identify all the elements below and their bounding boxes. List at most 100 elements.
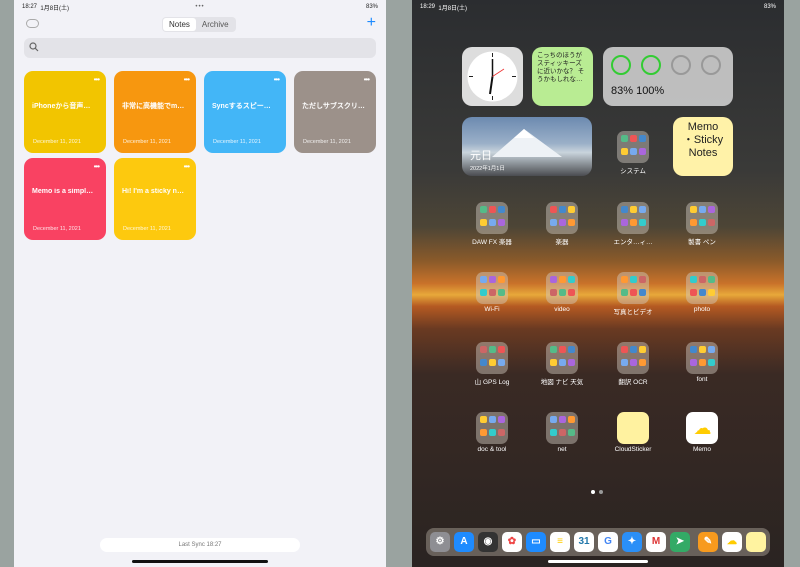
sidebar-toggle-icon[interactable] [26,19,39,28]
note-date: December 11, 2021 [303,139,351,145]
search-icon [29,42,39,52]
folder-icon[interactable] [686,272,718,304]
note-title: Hi! I'm a sticky n… [122,188,184,195]
folder-icon[interactable] [476,202,508,234]
folder-label: 地図 ナビ 天気 [540,379,584,386]
add-note-button[interactable]: + [367,15,376,31]
clock-widget[interactable] [462,47,523,106]
tab-archive[interactable]: Archive [196,18,235,31]
note-date: December 11, 2021 [123,139,171,145]
battery-percent: 83% [365,4,378,10]
more-options-icon[interactable]: ••• [94,163,100,171]
status-time: 18:27 [22,4,38,10]
folder-icon[interactable] [617,342,649,374]
settings-icon[interactable]: ⚙ [430,532,450,552]
google-icon[interactable]: G [598,532,618,552]
memo-app-icon[interactable]: ☁ [722,532,742,552]
status-time: 18:29 [420,4,436,10]
empty-battery-ring [701,55,721,75]
note-title: Memo is a simpl… [32,188,94,195]
folder-label: 写真とビデオ [613,309,653,316]
note-card[interactable]: ••• iPhoneから音声… December 11, 2021 [24,71,106,153]
folder-icon[interactable] [617,202,649,234]
folder-label: net [557,446,567,453]
dock: ⚙ A ◉ ✿ ▭ ≡ 31 G ✦ M ➤ ✎ ☁ [426,528,770,556]
folder-label: doc & tool [477,446,507,453]
ipad-battery-ring [611,55,631,75]
status-bar: 18:29 1月8日(土) 83% [412,0,784,14]
sticky-app-icon[interactable] [746,532,766,552]
battery-levels: 83% 100% [611,85,665,97]
memo-widget[interactable]: Memo ・Sticky Notes [673,117,733,176]
photo-title: 元日 [470,150,492,162]
photo-date: 2022年1月1日 [470,166,505,172]
note-card[interactable]: ••• Memo is a simpl… December 11, 2021 [24,158,106,240]
empty-battery-ring [671,55,691,75]
more-options-icon[interactable]: ••• [364,76,370,84]
more-options-icon[interactable]: ••• [184,76,190,84]
folder-icon[interactable] [476,412,508,444]
folder-label: Wi-Fi [484,306,500,313]
folder-label: 楽器 [555,239,569,246]
app-store-icon[interactable]: A [454,532,474,552]
folder-icon[interactable] [476,272,508,304]
home-indicator[interactable] [132,560,268,563]
photo-widget[interactable]: 元日 2022年1月1日 [462,117,592,176]
last-sync-status: Last Sync 18:27 [100,538,300,552]
pencil-app-icon[interactable]: ✎ [698,532,718,552]
folder-icon[interactable] [617,131,649,163]
status-bar: 18:27 1月8日(土) ••• 83% [14,0,386,14]
status-date: 1月8日(土) [40,5,70,12]
page-dot[interactable] [599,490,603,494]
files-icon[interactable]: ▭ [526,532,546,552]
notes-archive-segment[interactable]: Notes Archive [162,17,236,32]
folder-icon[interactable] [686,202,718,234]
folder-icon[interactable] [686,342,718,374]
folder-label: font [696,376,708,383]
battery-percent: 83% [763,4,776,10]
note-title: ただしサブスクリ… [302,103,365,110]
note-card[interactable]: ••• Hi! I'm a sticky n… December 11, 2021 [114,158,196,240]
memo-app-icon[interactable]: ☁ [686,412,718,444]
folder-label: 翻訳 OCR [618,379,648,386]
folder-icon[interactable] [617,272,649,304]
note-date: December 11, 2021 [213,139,261,145]
more-options-icon[interactable]: ••• [184,163,190,171]
notes-icon[interactable]: ≡ [550,532,570,552]
folder-label: CloudSticker [614,446,652,453]
pencil-battery-ring [641,55,661,75]
safari-icon[interactable]: ✦ [622,532,642,552]
folder-icon[interactable] [546,342,578,374]
page-dot-active[interactable] [591,490,595,494]
status-date: 1月8日(土) [438,5,468,12]
folder-icon[interactable] [546,272,578,304]
note-title: Syncするスピー… [212,103,271,110]
cloudsticker-app-icon[interactable] [617,412,649,444]
note-card[interactable]: ••• ただしサブスクリ… December 11, 2021 [294,71,376,153]
more-options-icon[interactable]: ••• [274,76,280,84]
note-title: iPhoneから音声… [32,103,91,110]
note-card[interactable]: ••• 非常に高機能でm… December 11, 2021 [114,71,196,153]
folder-label: 山 GPS Log [474,379,510,386]
camera-icon[interactable]: ◉ [478,532,498,552]
folder-icon[interactable] [476,342,508,374]
folder-label: 製書 ペン [688,239,716,246]
battery-widget[interactable]: 83% 100% [603,47,733,106]
search-input[interactable] [24,38,376,58]
note-date: December 11, 2021 [33,139,81,145]
photos-icon[interactable]: ✿ [502,532,522,552]
sticky-note-widget[interactable]: こっちのほうがスティッキーズに近いかな？ そうかもしれな… [532,47,593,106]
multitask-dots[interactable]: ••• [195,4,204,10]
calendar-icon[interactable]: 31 [574,532,594,552]
folder-icon[interactable] [546,202,578,234]
folder-label: video [554,306,570,313]
home-indicator[interactable] [548,560,648,563]
clock-icon [467,51,518,102]
note-card[interactable]: ••• Syncするスピー… December 11, 2021 [204,71,286,153]
more-options-icon[interactable]: ••• [94,76,100,84]
maps-icon[interactable]: ➤ [670,532,690,552]
tab-notes[interactable]: Notes [163,18,196,31]
folder-label: Memo [692,446,712,453]
gmail-icon[interactable]: M [646,532,666,552]
folder-icon[interactable] [546,412,578,444]
